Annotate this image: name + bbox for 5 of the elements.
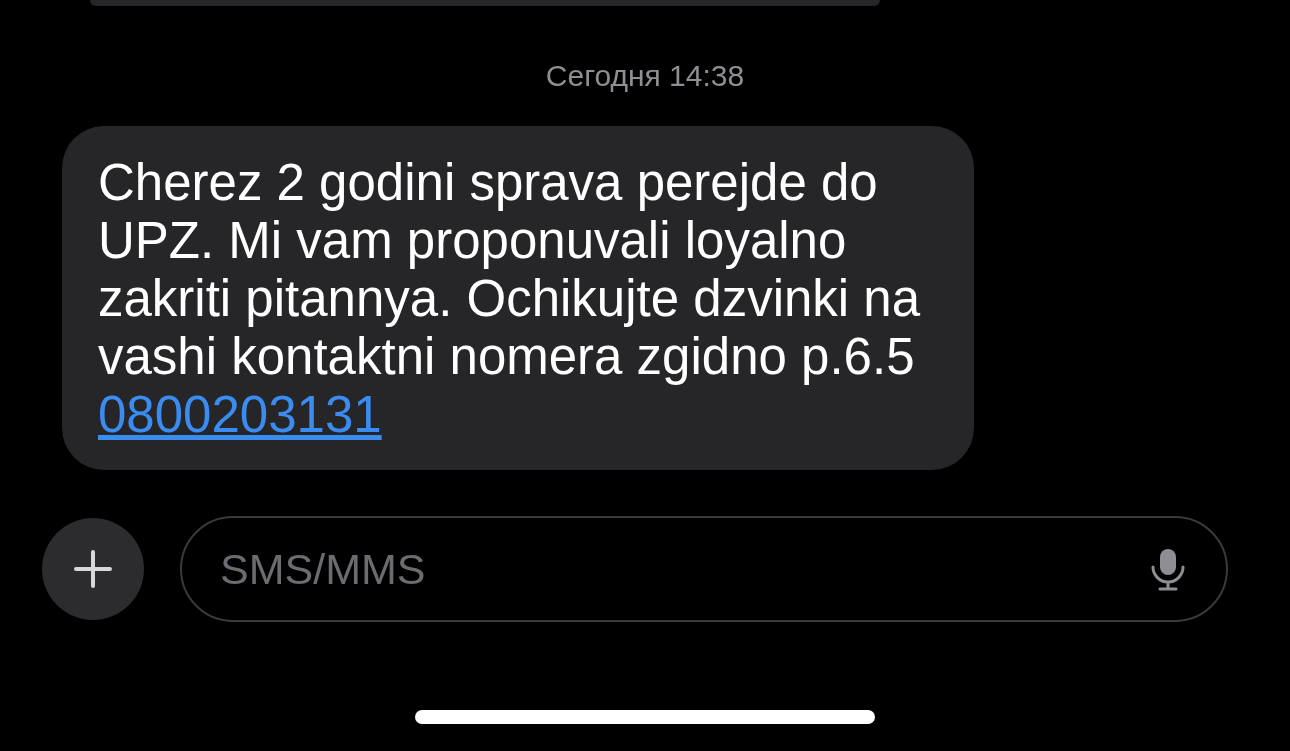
message-timestamp: Сегодня 14:38	[544, 58, 746, 94]
message-input-field[interactable]: SMS/MMS	[180, 516, 1228, 622]
phone-link[interactable]: 0800203131	[98, 386, 382, 443]
message-text: Cherez 2 godini sprava perejde do UPZ. Mi vam proponuvali loyalno zakriti pitannya. Ochikujte dzvinki na vashi kontaktni nomera zgidno p.6.5 0800203131	[98, 154, 922, 444]
plus-icon	[73, 549, 113, 589]
